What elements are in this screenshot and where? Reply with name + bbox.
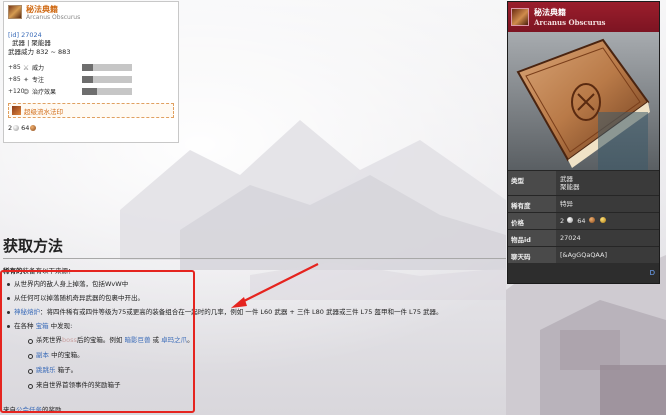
upgrade-slot[interactable]: 超级流水法印 — [8, 103, 174, 118]
item-infobox: 秘法典籍 Arcanus Obscurus 类型 武器 聚能器 稀有度 特异 价… — [507, 1, 660, 284]
upgrade-link[interactable]: 超级流水法印 — [24, 106, 63, 116]
infobox-row-item-id: 物品id 27024 — [508, 229, 659, 246]
tooltip-weapon-strength: 武器威力 832 ~ 883 — [8, 48, 71, 56]
item-artwork[interactable] — [508, 32, 659, 170]
stat-bar-concentration — [82, 76, 132, 83]
tooltip-price: 2 64 — [8, 124, 174, 132]
tooltip-subtitle: Arcanus Obscurus — [26, 14, 81, 21]
tooltip-title: 秘法典籍 — [26, 5, 58, 14]
tome-icon — [8, 5, 22, 19]
stat-row-healing: +120 ❂ 治疗效果 — [8, 86, 174, 97]
infobox-subtitle: Arcanus Obscurus — [534, 17, 606, 27]
section-divider — [3, 258, 506, 259]
silver-coin-icon — [567, 217, 574, 223]
item-tooltip: 秘法典籍 Arcanus Obscurus [id] 27024 武器 | 聚能… — [3, 1, 179, 143]
infobox-row-rarity: 稀有度 特异 — [508, 195, 659, 212]
tooltip-id[interactable]: [id] 27024 — [8, 31, 174, 39]
tooltip-weapon-type: 武器 | 聚能器 — [12, 39, 51, 47]
gold-coin-icon — [599, 217, 606, 223]
sigil-icon — [12, 106, 21, 115]
copper-coin-icon — [30, 125, 37, 131]
stat-bar-power — [82, 64, 132, 71]
stat-bar-healing — [82, 88, 132, 95]
infobox-title: 秘法典籍 — [534, 7, 566, 17]
sword-icon: ⚔ — [22, 63, 30, 72]
stat-row-power: +85 ⚔ 威力 — [8, 62, 174, 73]
focus-icon: ✦ — [23, 75, 29, 84]
infobox-row-price: 价格 2 64 — [508, 212, 659, 229]
silver-coin-icon — [13, 125, 20, 131]
infobox-row-chat-code: 聊天码 [&AgGQaQAA] — [508, 246, 659, 263]
copper-coin-icon — [588, 217, 595, 223]
section-title: 获取方法 — [3, 237, 64, 255]
healing-icon: ❂ — [23, 87, 29, 96]
tome-icon — [511, 8, 529, 26]
highlight-box — [0, 270, 195, 413]
stat-row-concentration: +85 ✦ 专注 — [8, 74, 174, 85]
infobox-row-type: 类型 武器 聚能器 — [508, 170, 659, 195]
infobox-footer-link[interactable]: D — [650, 269, 655, 277]
